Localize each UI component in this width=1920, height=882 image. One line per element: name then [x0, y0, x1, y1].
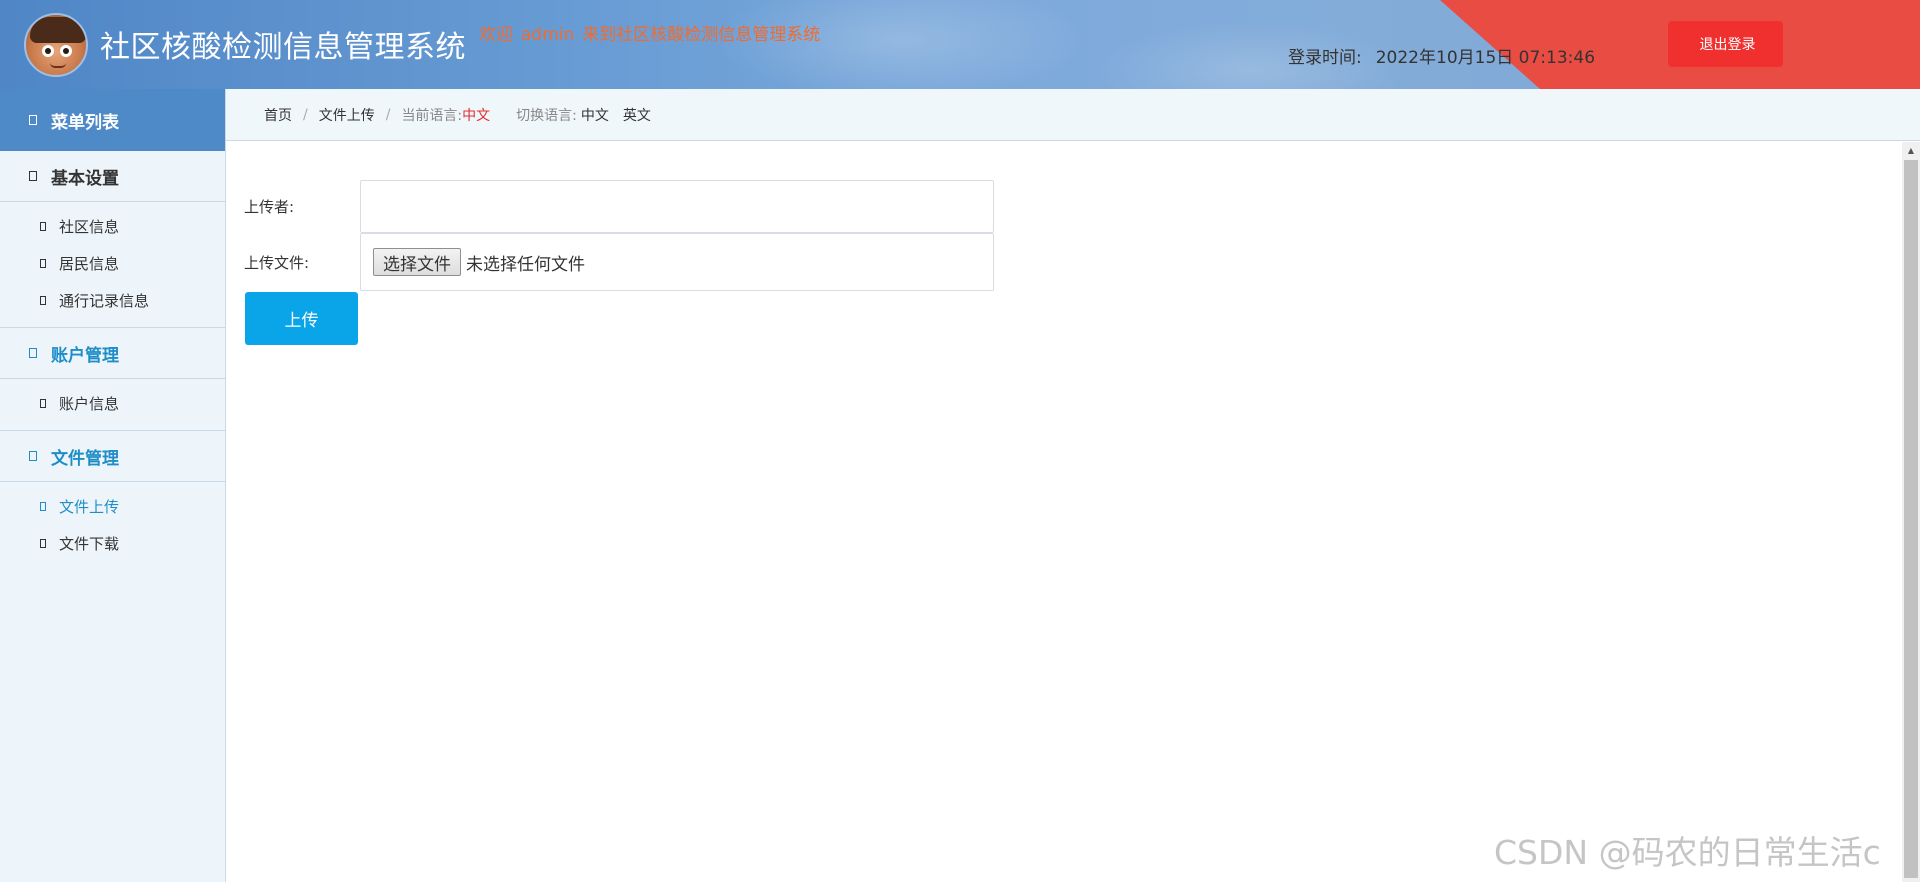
- scroll-up-arrow-icon[interactable]: ▲: [1902, 142, 1920, 159]
- file-input: 选择文件 未选择任何文件: [360, 233, 994, 291]
- breadcrumb-home-link[interactable]: 首页: [264, 105, 292, 125]
- community-icon: [40, 222, 46, 231]
- scrollbar-thumb[interactable]: [1904, 160, 1918, 878]
- sidebar-heading: 菜单列表: [0, 89, 225, 151]
- language-option-chinese[interactable]: 中文: [581, 105, 609, 125]
- record-icon: [40, 296, 46, 305]
- settings-icon: [29, 171, 37, 181]
- menu-icon: [29, 115, 37, 125]
- upload-icon: [40, 502, 46, 511]
- switch-language-label: 切换语言:: [516, 107, 577, 124]
- breadcrumb-current: 文件上传: [318, 107, 375, 124]
- uploader-row: 上传者:: [244, 180, 994, 233]
- sidebar: 菜单列表 基本设置 社区信息 居民信息 通行记录信息 账户管理 账户信息 文件管…: [0, 89, 226, 882]
- sidebar-item-label: 居民信息: [59, 255, 120, 273]
- login-time: 登录时间: 2022年10月15日 07:13:46: [1288, 43, 1595, 68]
- language-option-english[interactable]: 英文: [623, 105, 651, 125]
- logout-button[interactable]: 退出登录: [1668, 21, 1783, 67]
- sidebar-group-account-management[interactable]: 账户管理: [0, 328, 225, 379]
- logout-label: 退出登录: [1699, 37, 1756, 53]
- login-time-label: 登录时间:: [1288, 48, 1362, 68]
- folder-icon: [29, 451, 37, 461]
- breadcrumb-separator: /: [385, 106, 391, 123]
- sidebar-item-resident-info[interactable]: 居民信息: [0, 245, 225, 282]
- breadcrumb-separator: /: [303, 106, 308, 123]
- welcome-prefix: 欢迎: [479, 25, 513, 45]
- login-time-value: 2022年10月15日 07:13:46: [1375, 48, 1596, 68]
- download-icon: [40, 539, 46, 548]
- logo-hair: [30, 17, 86, 43]
- uploader-input[interactable]: [360, 180, 994, 233]
- watermark: CSDN @码农的日常生活c: [1494, 833, 1881, 872]
- sidebar-group-items: 账户信息: [0, 379, 225, 431]
- sidebar-item-label: 账户信息: [59, 395, 120, 413]
- resident-icon: [40, 259, 46, 268]
- sidebar-item-label: 通行记录信息: [59, 292, 150, 310]
- sidebar-group-label: 基本设置: [51, 168, 119, 189]
- sidebar-group-label: 文件管理: [51, 448, 119, 469]
- logo-eye-left: [42, 45, 54, 57]
- file-label: 上传文件:: [244, 253, 310, 272]
- app-header: 社区核酸检测信息管理系统 欢迎 admin 来到社区核酸检测信息管理系统 登录时间:…: [0, 0, 1920, 89]
- sidebar-item-file-upload[interactable]: 文件上传: [0, 488, 225, 525]
- app-title: 社区核酸检测信息管理系统: [100, 30, 466, 65]
- sidebar-item-pass-records[interactable]: 通行记录信息: [0, 282, 225, 319]
- file-row: 上传文件: 选择文件 未选择任何文件: [244, 233, 994, 291]
- account-icon: [29, 348, 37, 358]
- sidebar-item-account-info[interactable]: 账户信息: [0, 385, 225, 422]
- sidebar-item-file-download[interactable]: 文件下载: [0, 525, 225, 562]
- sidebar-item-label: 文件下载: [59, 535, 120, 553]
- sidebar-item-community-info[interactable]: 社区信息: [0, 208, 225, 245]
- breadcrumb: 首页 / 文件上传 / 当前语言: 中文 切换语言: 中文 英文: [226, 89, 1920, 141]
- user-icon: [40, 399, 46, 408]
- upload-button[interactable]: 上传: [245, 292, 358, 345]
- welcome-message: 欢迎 admin 来到社区核酸检测信息管理系统: [479, 20, 820, 45]
- sidebar-group-file-management[interactable]: 文件管理: [0, 431, 225, 482]
- current-language-label: 当前语言:: [401, 107, 463, 124]
- uploader-label: 上传者:: [244, 198, 295, 216]
- vertical-scrollbar[interactable]: ▲: [1902, 142, 1920, 882]
- sidebar-item-label: 社区信息: [59, 218, 120, 236]
- welcome-username: admin: [521, 25, 575, 45]
- logo-eye-right: [60, 45, 72, 57]
- sidebar-group-items: 文件上传 文件下载: [0, 482, 225, 570]
- file-status-text: 未选择任何文件: [466, 254, 585, 275]
- welcome-suffix: 来到社区核酸检测信息管理系统: [582, 25, 821, 45]
- app-logo-avatar: [24, 13, 88, 77]
- sidebar-item-label: 文件上传: [59, 498, 120, 516]
- current-language-value: 中文: [462, 107, 491, 124]
- sidebar-group-label: 账户管理: [51, 345, 119, 366]
- logo-mouth: [50, 63, 66, 68]
- main-content: 上传者: 上传文件: 选择文件 未选择任何文件 上传: [226, 142, 1902, 882]
- choose-file-button[interactable]: 选择文件: [373, 248, 461, 276]
- sidebar-group-items: 社区信息 居民信息 通行记录信息: [0, 202, 225, 328]
- sidebar-group-basic-settings[interactable]: 基本设置: [0, 151, 225, 202]
- sidebar-heading-label: 菜单列表: [51, 112, 119, 133]
